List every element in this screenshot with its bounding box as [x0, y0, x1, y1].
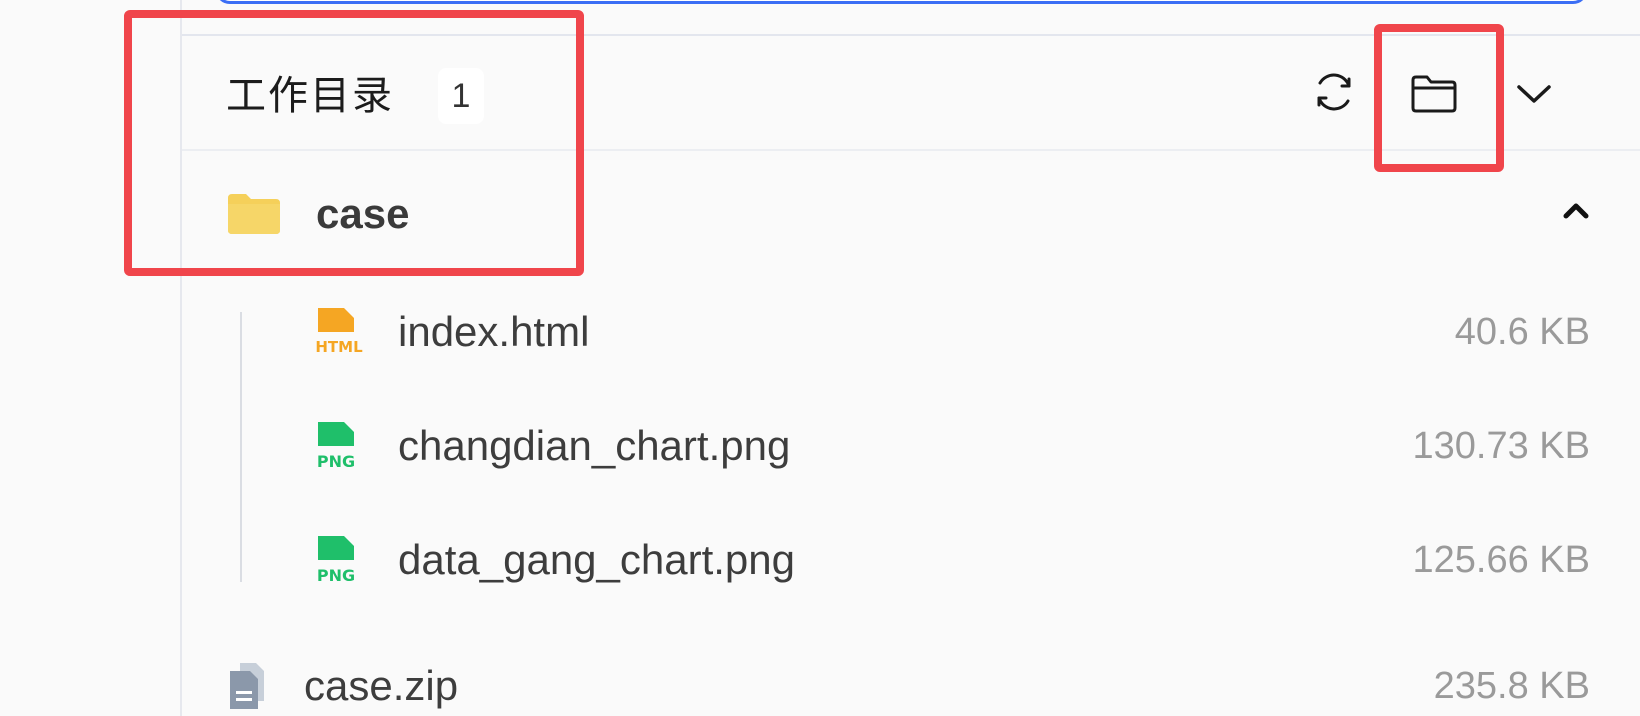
file-name: changdian_chart.png — [398, 422, 791, 469]
tree-guide-line — [240, 312, 242, 582]
left-gutter — [0, 0, 180, 716]
svg-text:HTML: HTML — [315, 338, 363, 356]
archive-row[interactable]: case.zip 235.8 KB — [226, 646, 1590, 716]
folder-name: case — [316, 190, 410, 237]
divider — [182, 149, 1640, 151]
html-file-icon: HTML — [315, 308, 363, 356]
chat-input-frame[interactable] — [215, 0, 1588, 4]
svg-text:PNG: PNG — [317, 452, 355, 471]
file-size: 125.66 KB — [1412, 538, 1590, 581]
png-file-icon: PNG — [317, 422, 355, 471]
file-name: case.zip — [304, 662, 459, 709]
zip-file-icon — [230, 663, 264, 709]
workspace-page: 工作目录 1 case HTML index.html 40.6 KB PNG … — [0, 0, 1640, 716]
file-row[interactable]: HTML index.html 40.6 KB — [310, 292, 1590, 372]
caret-up-icon[interactable] — [1556, 190, 1596, 230]
folder-row[interactable]: case — [210, 174, 1600, 254]
count-badge: 1 — [438, 68, 484, 124]
file-row[interactable]: PNG changdian_chart.png 130.73 KB — [310, 406, 1590, 486]
folder-icon — [228, 194, 280, 234]
svg-text:PNG: PNG — [317, 566, 355, 585]
section-title: 工作目录 — [226, 73, 394, 119]
file-row[interactable]: PNG data_gang_chart.png 125.66 KB — [310, 520, 1590, 600]
refresh-icon[interactable] — [1308, 66, 1360, 118]
file-size: 235.8 KB — [1433, 664, 1590, 707]
file-size: 130.73 KB — [1412, 424, 1590, 467]
open-folder-icon[interactable] — [1404, 68, 1464, 120]
file-size: 40.6 KB — [1454, 310, 1590, 353]
chevron-down-icon[interactable] — [1510, 72, 1558, 116]
file-name: data_gang_chart.png — [398, 536, 796, 583]
png-file-icon: PNG — [317, 536, 355, 585]
file-name: index.html — [398, 308, 590, 355]
divider — [182, 34, 1640, 36]
